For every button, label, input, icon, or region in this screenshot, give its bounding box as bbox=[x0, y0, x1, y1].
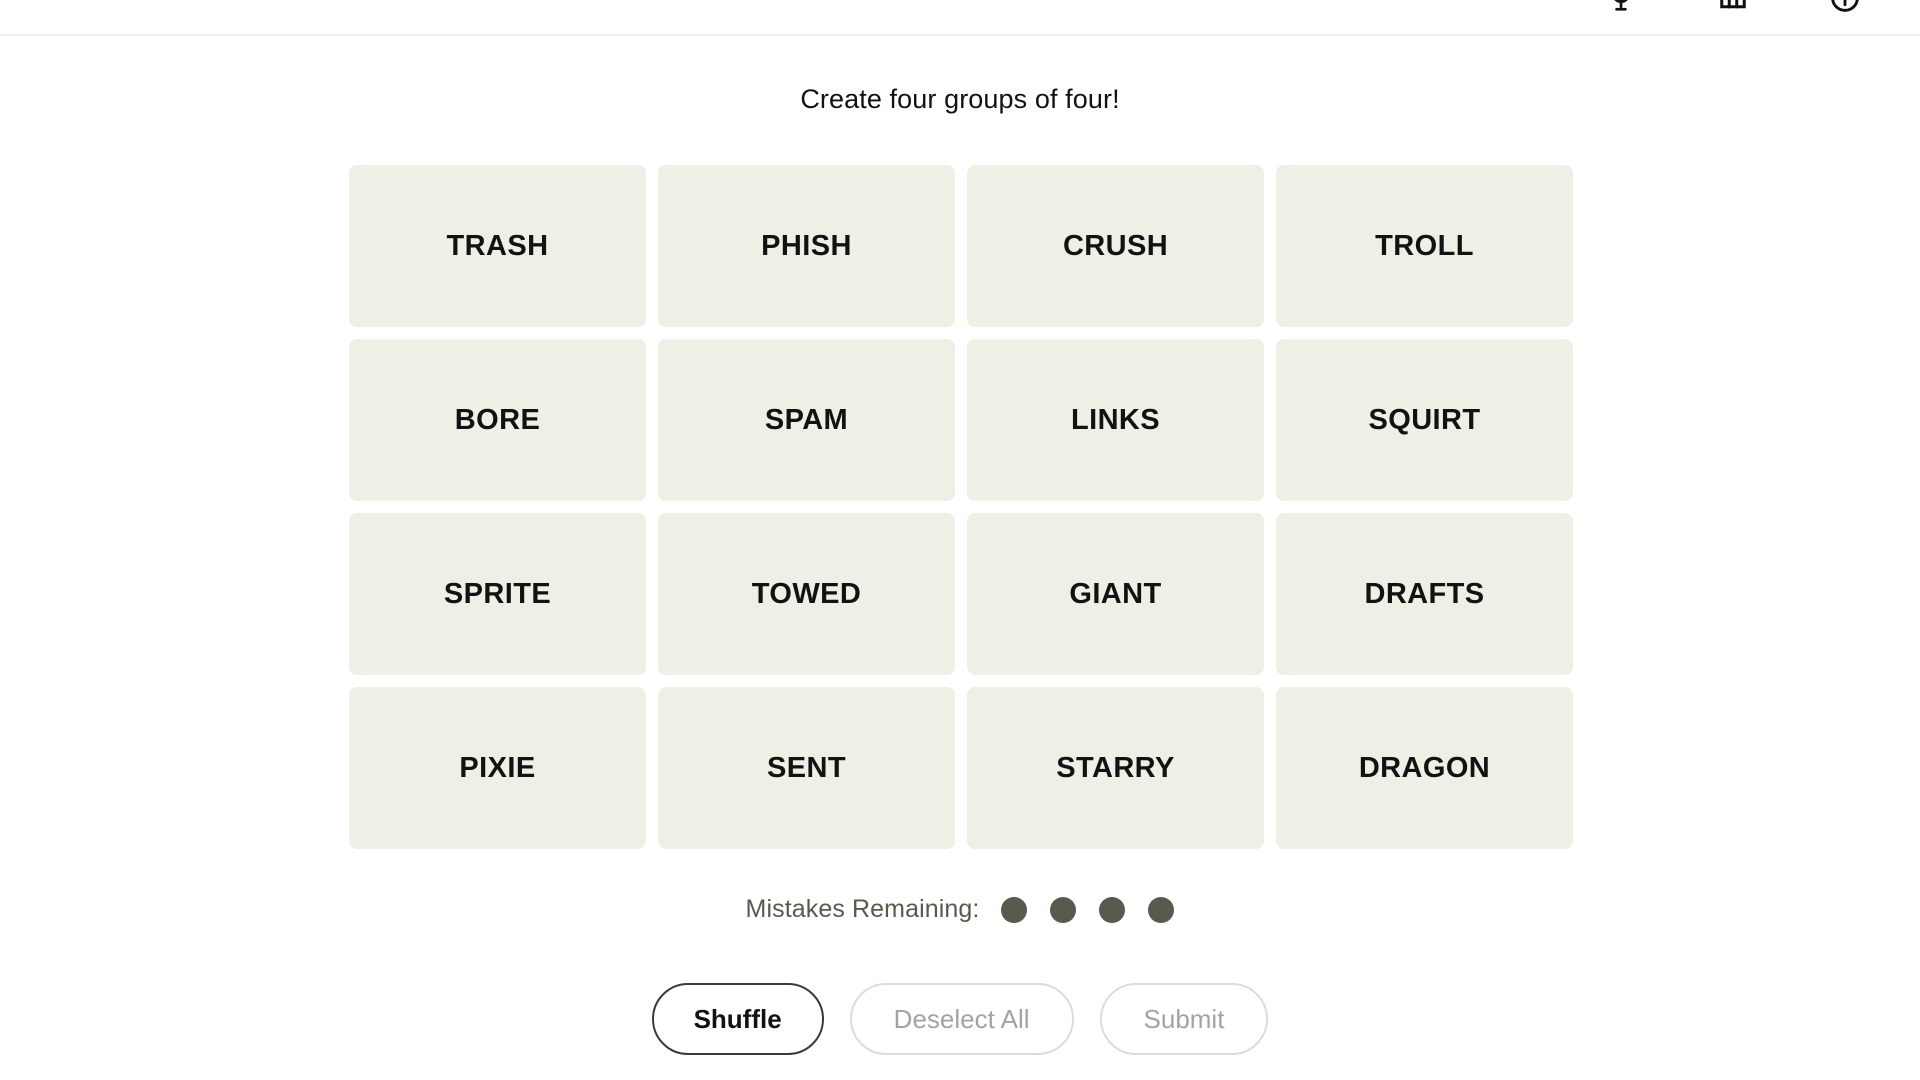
word-tile[interactable]: STARRY bbox=[967, 687, 1264, 849]
stats-bar-chart-icon[interactable] bbox=[1713, 0, 1753, 18]
deselect-all-button[interactable]: Deselect All bbox=[849, 983, 1074, 1055]
help-circle-icon[interactable] bbox=[1825, 0, 1865, 18]
word-tile-label: PHISH bbox=[761, 229, 852, 262]
word-tile-label: CRUSH bbox=[1062, 229, 1169, 262]
word-tile[interactable]: PHISH bbox=[658, 165, 955, 327]
word-tile-label: DRAGON bbox=[1358, 751, 1491, 784]
word-tile-label: TOWED bbox=[751, 577, 862, 610]
submit-button[interactable]: Submit bbox=[1099, 983, 1269, 1055]
word-tile-label: LINKS bbox=[1071, 403, 1160, 436]
word-tile[interactable]: SPAM bbox=[658, 339, 955, 501]
word-tile-label: SENT bbox=[767, 751, 846, 784]
word-tile[interactable]: TOWED bbox=[658, 513, 955, 675]
word-tile-label: SPAM bbox=[764, 403, 849, 436]
word-tile-label: BORE bbox=[454, 403, 541, 436]
mistake-dot bbox=[1050, 896, 1077, 923]
word-tile[interactable]: CRUSH bbox=[967, 165, 1264, 327]
word-tile[interactable]: DRAGON bbox=[1276, 687, 1573, 849]
word-tile-label: GIANT bbox=[1069, 577, 1162, 610]
mistake-dot bbox=[1001, 896, 1028, 923]
word-tile[interactable]: DRAFTS bbox=[1276, 513, 1573, 675]
word-tile-label: SQUIRT bbox=[1368, 403, 1481, 436]
word-tile[interactable]: PIXIE bbox=[349, 687, 646, 849]
word-grid: TRASH PHISH CRUSH TROLL BORE SPAM LINKS … bbox=[349, 165, 1573, 849]
word-tile[interactable]: LINKS bbox=[967, 339, 1264, 501]
word-tile-label: STARRY bbox=[1056, 751, 1175, 784]
word-tile-label: DRAFTS bbox=[1364, 577, 1485, 610]
mistakes-remaining-label: Mistakes Remaining: bbox=[745, 895, 980, 923]
word-tile-label: TROLL bbox=[1375, 229, 1474, 262]
mistake-dot bbox=[1148, 896, 1175, 923]
connections-game-screen: Create four groups of four! TRASH PHISH … bbox=[0, 0, 1920, 1080]
word-tile[interactable]: BORE bbox=[349, 339, 646, 501]
word-tile-label: TRASH bbox=[446, 229, 549, 262]
top-bar-icon-group bbox=[1601, 0, 1865, 18]
word-tile-label: SPRITE bbox=[443, 577, 552, 610]
mistakes-dot-group bbox=[1001, 896, 1175, 923]
word-tile[interactable]: TROLL bbox=[1276, 165, 1573, 327]
word-tile[interactable]: SENT bbox=[658, 687, 955, 849]
shuffle-button[interactable]: Shuffle bbox=[651, 983, 824, 1055]
word-tile[interactable]: SQUIRT bbox=[1276, 339, 1573, 501]
action-button-row: Shuffle Deselect All Submit bbox=[0, 983, 1920, 1055]
trophy-icon[interactable] bbox=[1601, 0, 1641, 18]
word-tile[interactable]: GIANT bbox=[967, 513, 1264, 675]
mistake-dot bbox=[1099, 896, 1126, 923]
mistakes-remaining: Mistakes Remaining: bbox=[0, 895, 1920, 924]
page-title: Create four groups of four! bbox=[800, 84, 1120, 114]
word-tile[interactable]: TRASH bbox=[349, 165, 646, 327]
word-tile[interactable]: SPRITE bbox=[349, 513, 646, 675]
word-tile-label: PIXIE bbox=[459, 751, 536, 784]
top-bar bbox=[0, 0, 1920, 36]
